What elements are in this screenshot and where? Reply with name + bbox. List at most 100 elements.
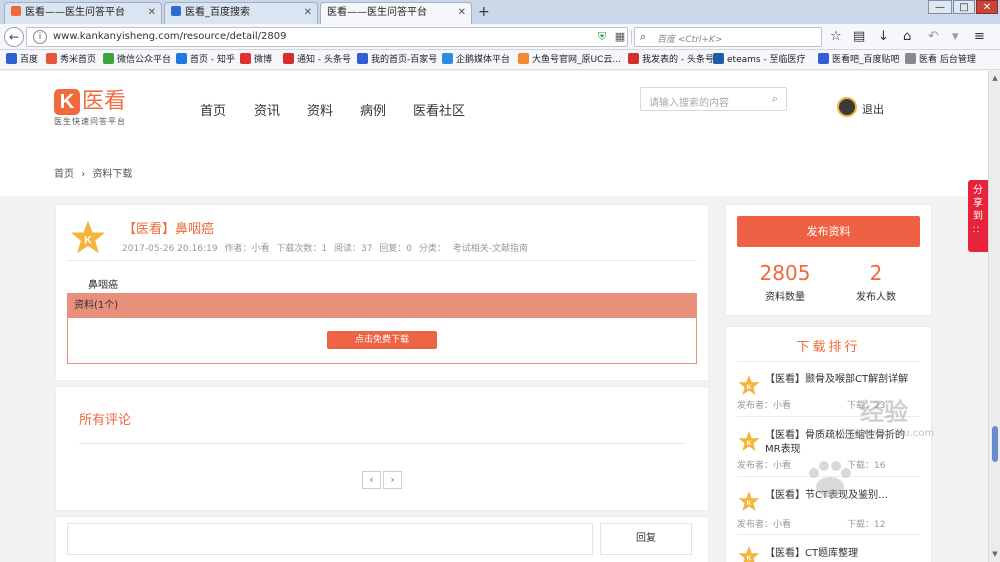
nav-community[interactable]: 医看社区	[413, 100, 465, 119]
scrollbar-thumb[interactable]	[992, 426, 998, 462]
bookmark-item[interactable]: 大鱼号官网_原UC云...	[518, 53, 621, 67]
site-favicon-icon	[11, 6, 21, 16]
breadcrumb: 首页 › 资料下载	[54, 165, 132, 180]
shield-icon[interactable]: ⛨	[595, 30, 609, 44]
site-search-placeholder: 请输入搜索的内容	[649, 98, 729, 109]
bookmark-item[interactable]: 企鹅媒体平台	[442, 53, 510, 67]
bookmark-label: 我的首页-百家号	[371, 55, 438, 65]
close-window-button[interactable]: ✕	[976, 0, 998, 14]
logo-icon[interactable]: K	[54, 89, 80, 115]
stat-publisher-label: 发布人数	[856, 292, 896, 303]
reply-textarea[interactable]	[67, 523, 593, 555]
scroll-down-arrow-icon[interactable]: ▼	[990, 549, 1000, 559]
tab-close-icon[interactable]: ✕	[304, 3, 312, 23]
bookmark-item[interactable]: 微信公众平台	[103, 53, 171, 67]
bookmark-favicon-icon	[518, 53, 529, 64]
reply-button[interactable]: 回复	[600, 523, 692, 555]
bookmark-favicon-icon	[283, 53, 294, 64]
bookmark-item[interactable]: 我的首页-百家号	[357, 53, 437, 67]
pager-next-button[interactable]: ›	[383, 471, 402, 489]
comments-title: 所有评论	[79, 413, 132, 428]
browser-tab-1[interactable]: 医看——医生问答平台 ✕	[4, 2, 162, 24]
address-bar[interactable]: i www.kankanyisheng.com/resource/detail/…	[26, 27, 632, 47]
back-arrow-icon[interactable]: ←	[4, 27, 24, 47]
free-download-button[interactable]: 点击免费下载	[327, 331, 437, 349]
logo-name[interactable]: 医看	[82, 88, 126, 116]
bookmark-item[interactable]: 医看吧_百度贴吧	[818, 53, 900, 67]
scroll-up-arrow-icon[interactable]: ▲	[990, 73, 1000, 83]
browser-tab-3[interactable]: 医看——医生问答平台 ✕	[320, 2, 472, 24]
bookmark-label: 微博	[254, 55, 273, 65]
page-scrollbar[interactable]: ▲ ▼	[988, 71, 1000, 562]
title-divider	[67, 260, 697, 261]
breadcrumb-bar	[0, 146, 988, 196]
publish-resource-button[interactable]: 发布资料	[737, 216, 920, 247]
home-icon[interactable]: ⌂	[903, 29, 911, 45]
breadcrumb-home[interactable]: 首页	[54, 169, 74, 180]
bookmark-label: 通知 - 头条号	[297, 55, 351, 65]
download-arrow-icon[interactable]: ↓	[878, 29, 889, 45]
logout-link[interactable]: 退出	[862, 101, 884, 117]
baidu-favicon-icon	[171, 6, 181, 16]
rank-star-icon: K	[738, 490, 760, 512]
tab-close-icon[interactable]: ✕	[458, 3, 466, 23]
bookmark-item[interactable]: 百度	[6, 53, 38, 67]
svg-text:K: K	[84, 234, 92, 246]
address-url[interactable]: www.kankanyisheng.com/resource/detail/28…	[53, 31, 287, 42]
rank-item-name[interactable]: 【医看】CT题库整理	[765, 547, 917, 561]
search-icon[interactable]: ⌕	[772, 92, 778, 106]
nav-home[interactable]: 首页	[200, 100, 226, 119]
bookmark-label: 企鹅媒体平台	[456, 55, 511, 65]
nav-cases[interactable]: 病例	[360, 100, 386, 119]
reading-list-icon[interactable]: ▤	[853, 29, 865, 45]
bookmark-item[interactable]: 首页 - 知乎	[176, 53, 235, 67]
chevron-down-icon[interactable]: ▾	[952, 29, 959, 45]
bookmark-item[interactable]: 秀米首页	[46, 53, 96, 67]
bookmark-favicon-icon	[176, 53, 187, 64]
share-tab[interactable]: 分享到 ：：	[968, 180, 988, 252]
tab-close-icon[interactable]: ✕	[148, 3, 156, 23]
menu-icon[interactable]: ≡	[974, 29, 985, 45]
site-search-input[interactable]: 请输入搜索的内容 ⌕	[640, 87, 787, 111]
browser-search-box[interactable]: ⌕ 百度 <Ctrl+K>	[634, 27, 822, 47]
bookmark-label: eteams - 至临医疗	[727, 55, 806, 65]
new-tab-button[interactable]: +	[478, 2, 490, 22]
site-info-icon[interactable]: i	[33, 30, 47, 44]
page-viewport: K 医看 医生快速问答平台 首页 资讯 资料 病例 医看社区 请输入搜索的内容 …	[0, 71, 988, 562]
bookmark-favicon-icon	[46, 53, 57, 64]
rank-item-name[interactable]: 【医看】颞骨及喉部CT解剖详解	[765, 373, 917, 387]
comments-divider	[79, 443, 685, 444]
stat-publisher-count: 2	[869, 261, 883, 285]
bookmark-star-icon[interactable]: ☆	[830, 29, 842, 45]
minimize-button[interactable]: —	[928, 0, 952, 14]
nav-resources[interactable]: 资料	[307, 100, 333, 119]
bookmark-item[interactable]: 通知 - 头条号	[283, 53, 351, 67]
browser-tab-2[interactable]: 医看_百度搜索 ✕	[164, 2, 318, 24]
browser-tab-title: 医看——医生问答平台	[25, 7, 125, 18]
maximize-button[interactable]: □	[953, 0, 975, 14]
stat-resource-label: 资料数量	[765, 292, 805, 303]
bookmark-label: 微信公众平台	[117, 55, 172, 65]
resource-date: 2017-05-26 20:16:19	[122, 244, 218, 254]
comments-card	[55, 386, 709, 511]
bookmark-favicon-icon	[6, 53, 17, 64]
browser-tab-title: 医看——医生问答平台	[327, 7, 427, 18]
nav-news[interactable]: 资讯	[254, 100, 280, 119]
bookmark-item[interactable]: eteams - 至临医疗	[713, 53, 806, 67]
bookmark-item[interactable]: 我发表的 - 头条号	[628, 53, 714, 67]
bookmark-item[interactable]: 医看 后台管理	[905, 53, 976, 67]
avatar[interactable]	[837, 97, 857, 117]
bookmark-item[interactable]: 微博	[240, 53, 272, 67]
resource-category-link[interactable]: 考试相关-文献指南	[453, 244, 528, 254]
bookmark-favicon-icon	[357, 53, 368, 64]
pager-prev-button[interactable]: ‹	[362, 471, 381, 489]
bookmark-favicon-icon	[713, 53, 724, 64]
undo-icon[interactable]: ↶	[928, 29, 939, 45]
logo-slogan: 医生快速问答平台	[54, 117, 126, 126]
resource-author: 作者：小看	[224, 244, 270, 254]
search-icon: ⌕	[640, 30, 647, 43]
site-header: K 医看 医生快速问答平台 首页 资讯 资料 病例 医看社区 请输入搜索的内容 …	[0, 71, 988, 146]
bookmark-favicon-icon	[442, 53, 453, 64]
bookmark-favicon-icon	[818, 53, 829, 64]
qr-code-icon[interactable]: ▦	[613, 30, 627, 44]
